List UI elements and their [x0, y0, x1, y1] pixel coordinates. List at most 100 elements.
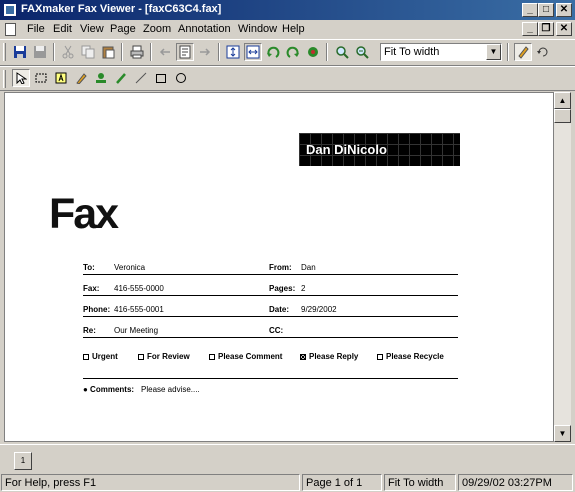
sender-banner: Dan DiNicolo — [299, 133, 460, 166]
date-label: Date: — [269, 305, 290, 314]
document-icon[interactable] — [5, 23, 16, 36]
print-icon[interactable] — [128, 43, 146, 61]
divider — [83, 295, 458, 296]
pages-label: Pages: — [269, 284, 296, 293]
rectangle-tool-icon[interactable] — [152, 69, 170, 87]
from-label: From: — [269, 263, 292, 272]
menu-zoom[interactable]: Zoom — [143, 23, 171, 35]
divider — [83, 337, 458, 338]
minimize-button[interactable]: _ — [522, 3, 538, 17]
menu-view[interactable]: View — [80, 23, 104, 35]
cc-label: CC: — [269, 326, 284, 335]
toolbar-grip[interactable] — [3, 70, 6, 88]
scroll-down-icon[interactable]: ▼ — [554, 425, 571, 442]
fax-heading: Fax — [49, 190, 119, 238]
fit-height-icon[interactable] — [224, 43, 242, 61]
pages-value: 2 — [301, 284, 306, 293]
main-toolbar: Fit To width ▼ — [0, 39, 575, 66]
phone-label: Phone: — [83, 305, 111, 314]
toolbar-separator — [53, 43, 55, 61]
zoom-select-value: Fit To width — [384, 46, 440, 58]
checkbox-please-reply: Please Reply — [300, 352, 358, 361]
from-value: Dan — [301, 263, 316, 272]
chevron-down-icon[interactable]: ▼ — [486, 44, 501, 60]
menu-edit[interactable]: Edit — [53, 23, 72, 35]
toolbar-separator — [218, 43, 220, 61]
checkbox-box — [209, 354, 215, 360]
ellipse-tool-icon[interactable] — [172, 69, 190, 87]
scroll-thumb[interactable] — [554, 109, 571, 123]
rotate-left-icon[interactable] — [264, 43, 282, 61]
select-arrow-icon[interactable] — [12, 69, 30, 87]
refresh-icon[interactable] — [534, 43, 552, 61]
previous-page-icon[interactable] — [156, 43, 174, 61]
title-bar[interactable]: FAXmaker Fax Viewer - [faxC63C4.fax] _ □… — [0, 0, 575, 20]
divider — [83, 274, 458, 275]
rotate-180-icon[interactable] — [304, 43, 322, 61]
toolbar-separator — [326, 43, 328, 61]
checkbox-box — [138, 354, 144, 360]
save-as-icon[interactable] — [31, 43, 49, 61]
checkbox-box — [377, 354, 383, 360]
zoom-in-icon[interactable] — [333, 43, 351, 61]
text-annotation-icon[interactable] — [52, 69, 70, 87]
line-tool-icon[interactable] — [132, 69, 150, 87]
status-datetime: 09/29/02 03:27PM — [458, 474, 573, 491]
menu-annotation[interactable]: Annotation — [178, 23, 231, 35]
zoom-select[interactable]: Fit To width ▼ — [380, 43, 502, 61]
paste-icon[interactable] — [99, 43, 117, 61]
page-tab-bar: 1 — [0, 444, 575, 472]
checkbox-box — [83, 354, 89, 360]
scroll-up-icon[interactable]: ▲ — [554, 92, 571, 109]
phone-value: 416-555-0001 — [114, 305, 164, 314]
re-value: Our Meeting — [114, 326, 159, 335]
page-view-icon[interactable] — [176, 43, 194, 61]
page-thumbnail-tab[interactable]: 1 — [14, 452, 32, 470]
re-label: Re: — [83, 326, 96, 335]
status-page: Page 1 of 1 — [302, 474, 382, 491]
toolbar-grip[interactable] — [3, 43, 6, 61]
close-button[interactable]: ✕ — [556, 3, 572, 17]
zoom-out-icon[interactable] — [353, 43, 371, 61]
fit-width-icon[interactable] — [244, 43, 262, 61]
checkbox-checked-box — [300, 354, 306, 360]
save-icon[interactable] — [11, 43, 29, 61]
divider — [83, 316, 458, 317]
menu-file[interactable]: File — [27, 23, 45, 35]
menu-help[interactable]: Help — [282, 23, 305, 35]
freehand-pen-icon[interactable] — [112, 69, 130, 87]
toolbar-separator — [121, 43, 123, 61]
fax-label: Fax: — [83, 284, 100, 293]
annotation-toolbar — [0, 66, 575, 91]
checkbox-please-comment: Please Comment — [209, 352, 282, 361]
toolbar-separator — [507, 43, 509, 61]
status-zoom: Fit To width — [384, 474, 456, 491]
fax-document-view[interactable]: Dan DiNicolo Fax To: Veronica From: Dan … — [4, 92, 554, 442]
date-value: 9/29/2002 — [301, 305, 337, 314]
menu-page[interactable]: Page — [110, 23, 136, 35]
to-value: Veronica — [114, 263, 146, 272]
comments-value: Please advise.... — [141, 385, 200, 394]
vertical-scrollbar[interactable]: ▲ ▼ — [554, 92, 571, 442]
annotate-pen-icon[interactable] — [514, 43, 532, 61]
copy-icon[interactable] — [79, 43, 97, 61]
fax-app-icon[interactable] — [3, 3, 17, 17]
doc-close-button[interactable]: ✕ — [556, 22, 572, 36]
fax-value: 416-555-0000 — [114, 284, 164, 293]
rotate-right-icon[interactable] — [284, 43, 302, 61]
checkbox-for-review: For Review — [138, 352, 190, 361]
status-help-text: For Help, press F1 — [1, 474, 300, 491]
cut-icon[interactable] — [59, 43, 77, 61]
highlighter-icon[interactable] — [72, 69, 90, 87]
menu-bar: File Edit View Page Zoom Annotation Wind… — [0, 20, 575, 39]
window-title: FAXmaker Fax Viewer - [faxC63C4.fax] — [21, 3, 222, 15]
next-page-icon[interactable] — [196, 43, 214, 61]
checkbox-please-recycle: Please Recycle — [377, 352, 444, 361]
stamp-icon[interactable] — [92, 69, 110, 87]
divider — [83, 378, 458, 379]
doc-restore-button[interactable]: ❐ — [538, 22, 554, 36]
maximize-button[interactable]: □ — [538, 3, 554, 17]
menu-window[interactable]: Window — [238, 23, 277, 35]
doc-minimize-button[interactable]: _ — [522, 22, 538, 36]
marquee-select-icon[interactable] — [32, 69, 50, 87]
